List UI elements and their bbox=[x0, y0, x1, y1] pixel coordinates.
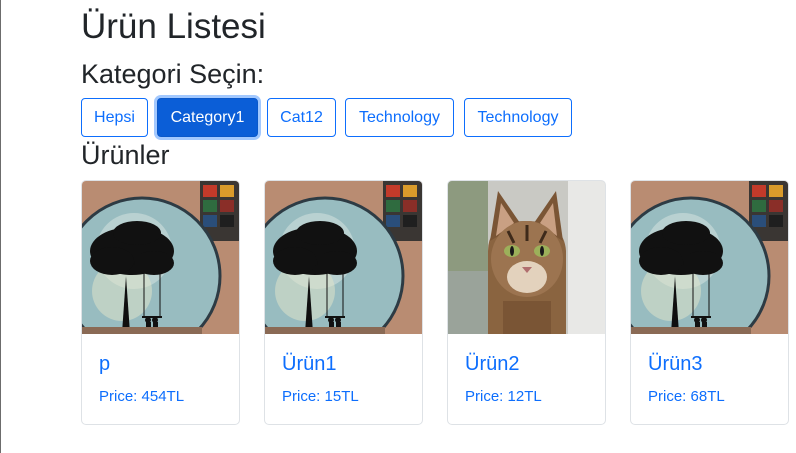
product-name[interactable]: Ürün1 bbox=[282, 352, 336, 376]
product-card[interactable]: Ürün1 Price: 15TL bbox=[264, 180, 423, 425]
products-heading: Ürünler bbox=[81, 140, 170, 170]
page-title: Ürün Listesi bbox=[81, 7, 266, 46]
filter-button-category1[interactable]: Category1 bbox=[157, 98, 258, 137]
filter-button-technology[interactable]: Technology bbox=[345, 98, 454, 137]
product-card[interactable]: Ürün2 Price: 12TL bbox=[447, 180, 606, 425]
product-card[interactable]: p Price: 454TL bbox=[81, 180, 240, 425]
product-card[interactable]: Ürün3 Price: 68TL bbox=[630, 180, 789, 425]
product-name[interactable]: Ürün2 bbox=[465, 352, 519, 376]
product-price: Price: 454TL bbox=[99, 388, 185, 405]
tree-painting-image bbox=[631, 181, 788, 334]
cat-photo-image bbox=[448, 181, 605, 334]
filter-button-hepsi[interactable]: Hepsi bbox=[81, 98, 148, 137]
product-name[interactable]: p bbox=[99, 352, 110, 376]
product-price: Price: 12TL bbox=[465, 388, 542, 405]
filter-button-cat12[interactable]: Cat12 bbox=[267, 98, 336, 137]
product-price: Price: 15TL bbox=[282, 388, 359, 405]
category-heading: Kategori Seçin: bbox=[81, 59, 265, 89]
tree-painting-image bbox=[265, 181, 422, 334]
product-name[interactable]: Ürün3 bbox=[648, 352, 702, 376]
product-price: Price: 68TL bbox=[648, 388, 725, 405]
filter-button-technology-2[interactable]: Technology bbox=[464, 98, 572, 137]
page-left-border bbox=[0, 0, 1, 453]
tree-painting-image bbox=[82, 181, 239, 334]
